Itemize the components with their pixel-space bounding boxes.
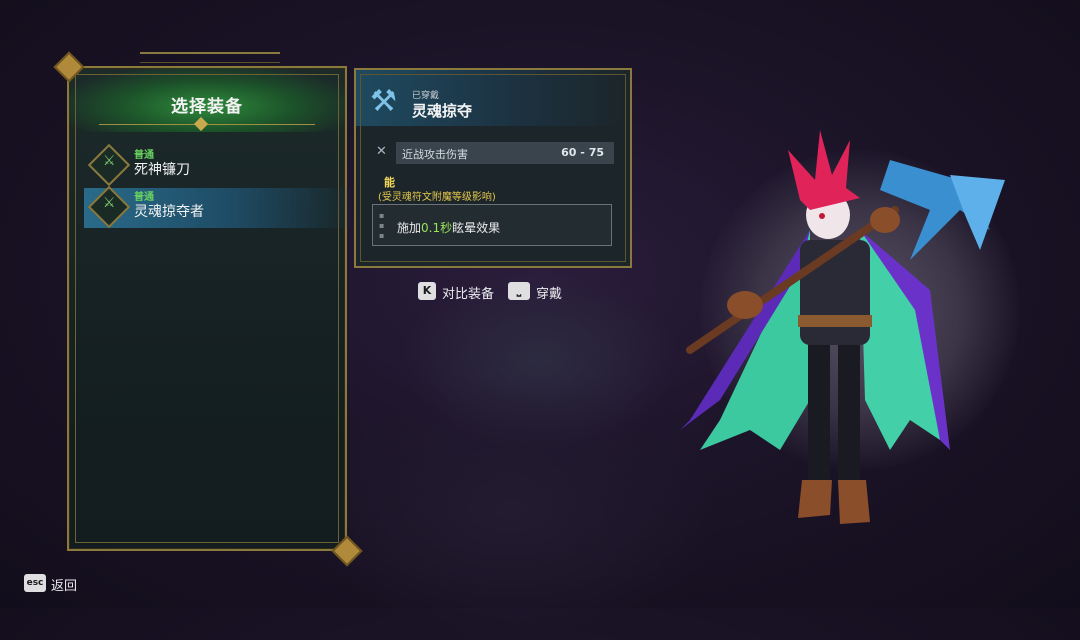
equip-label[interactable]: 穿戴 xyxy=(536,283,562,302)
back-label[interactable]: 返回 xyxy=(51,575,77,594)
character-boot-right xyxy=(838,480,870,524)
item-detail-panel: ⚒ 已穿戴 灵魂掠夺 ✕ 近战攻击伤害 60 - 75 能 (受灵魂符文附魔等级… xyxy=(354,68,632,268)
character-boot-left xyxy=(798,480,832,518)
character-glove-right xyxy=(870,207,900,233)
character-glove-left xyxy=(727,291,763,319)
panel-top-ornament xyxy=(140,52,280,63)
background-glow-bottom xyxy=(300,380,720,640)
character-leg-left xyxy=(808,340,830,490)
scythe-icon: ⚔ xyxy=(87,143,131,187)
ability-highlight: 0.1秒 xyxy=(421,221,453,235)
ability-suffix: 眩晕效果 xyxy=(452,221,501,235)
character-eye xyxy=(819,213,825,219)
compare-key[interactable]: K xyxy=(418,282,436,300)
character-belt xyxy=(798,315,872,327)
crossed-swords-icon: ✕ xyxy=(376,144,387,159)
ability-note: (受灵魂符文附魔等级影响) xyxy=(378,192,496,203)
scythe-icon: ⚒ xyxy=(370,84,397,119)
esc-key[interactable]: esc xyxy=(24,574,46,592)
space-key-icon[interactable]: ⎵ xyxy=(508,282,530,300)
list-item-soul-reaver[interactable]: ⚔ 普通 灵魂掠夺者 xyxy=(84,185,354,229)
panel-inner-border xyxy=(75,74,339,543)
panel-title: 选择装备 xyxy=(171,97,243,117)
item-name: 死神镰刀 xyxy=(134,162,190,178)
stat-value: 60 - 75 xyxy=(561,146,604,159)
ability-prefix: 施加 xyxy=(397,221,422,235)
ability-box: ▪ ▪ ▪ 施加0.1秒眩晕效果 xyxy=(372,204,612,246)
stat-label: 近战攻击伤害 xyxy=(402,148,468,161)
character-leg-right xyxy=(838,340,860,490)
scythe-blade-edge xyxy=(950,175,1005,250)
stat-row-melee-damage: 近战攻击伤害 60 - 75 xyxy=(396,142,614,164)
list-item-reaper-scythe[interactable]: ⚔ 普通 死神镰刀 xyxy=(84,143,354,187)
scythe-icon: ⚔ xyxy=(87,185,131,229)
character-illustration xyxy=(680,130,1005,524)
rune-slot-marks: ▪ ▪ ▪ xyxy=(379,211,385,240)
equipment-select-panel: 选择装备 xyxy=(67,66,347,551)
ability-text: 施加0.1秒眩晕效果 xyxy=(397,219,500,236)
character-hair xyxy=(788,130,860,210)
compare-label[interactable]: 对比装备 xyxy=(442,283,494,302)
weapon-name: 灵魂掠夺 xyxy=(412,102,473,120)
item-name: 灵魂掠夺者 xyxy=(134,204,204,220)
